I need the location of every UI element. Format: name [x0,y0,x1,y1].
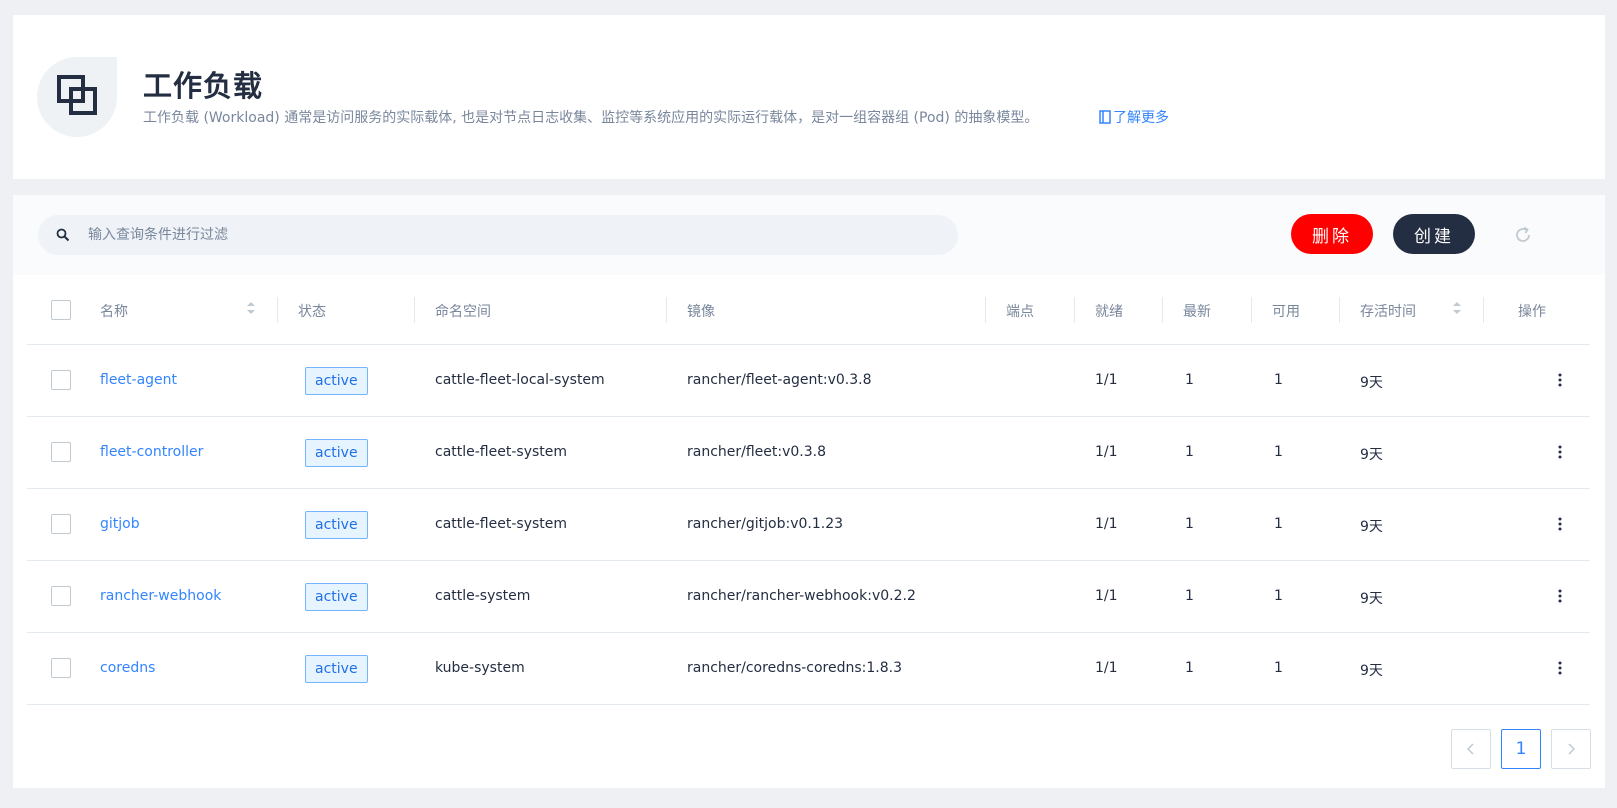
column-separator [1483,297,1484,323]
column-header-namespace: 命名空间 [435,304,491,320]
latest-cell: 1 [1185,372,1194,388]
column-separator [985,297,986,323]
prev-page-button[interactable] [1451,729,1491,769]
column-header-actions: 操作 [1518,304,1546,320]
ready-cell: 1/1 [1095,372,1118,388]
latest-cell: 1 [1185,516,1194,532]
sort-icon[interactable] [1452,299,1462,317]
table-row: fleet-controller active cattle-fleet-sys… [27,417,1590,489]
latest-cell: 1 [1185,588,1194,604]
column-header-ready: 就绪 [1095,304,1123,320]
available-cell: 1 [1274,660,1283,676]
image-cell: rancher/coredns-coredns:1.8.3 [687,660,903,676]
column-separator [1074,297,1075,323]
select-all-checkbox[interactable] [51,300,71,320]
ready-cell: 1/1 [1095,444,1118,460]
workload-name-link[interactable]: fleet-agent [100,372,177,388]
delete-button[interactable]: 删除 [1291,214,1373,254]
age-cell: 9天 [1360,375,1383,391]
column-separator [277,297,278,323]
column-separator [1251,297,1252,323]
sort-icon[interactable] [246,299,256,317]
age-cell: 9天 [1360,447,1383,463]
column-header-endpoint: 端点 [1006,304,1034,320]
namespace-cell: cattle-fleet-system [435,516,568,532]
status-badge: active [305,655,368,683]
row-checkbox[interactable] [51,586,71,606]
more-actions-icon[interactable] [1557,659,1563,677]
row-checkbox[interactable] [51,442,71,462]
chevron-right-icon [1568,743,1576,755]
page-header: 工作负载 工作负载 (Workload) 通常是访问服务的实际载体, 也是对节点… [13,15,1605,179]
chevron-left-icon [1466,743,1474,755]
search-input[interactable] [88,227,888,243]
more-actions-icon[interactable] [1557,371,1563,389]
workload-name-link[interactable]: fleet-controller [100,444,203,460]
row-checkbox[interactable] [51,370,71,390]
workload-list-panel: 删除 创建 名称 状态 命名空间 镜像 端点 就绪 最新 可用 存活时间 [13,195,1605,788]
age-cell: 9天 [1360,591,1383,607]
table-row: rancher-webhook active cattle-system ran… [27,561,1590,633]
status-badge: active [305,583,368,611]
ready-cell: 1/1 [1095,660,1118,676]
available-cell: 1 [1274,372,1283,388]
table-header: 名称 状态 命名空间 镜像 端点 就绪 最新 可用 存活时间 操作 [27,275,1590,345]
latest-cell: 1 [1185,660,1194,676]
image-cell: rancher/rancher-webhook:v0.2.2 [687,588,916,604]
available-cell: 1 [1274,588,1283,604]
status-badge: active [305,439,368,467]
refresh-icon[interactable] [1513,225,1533,249]
namespace-cell: cattle-fleet-local-system [435,372,605,388]
row-checkbox[interactable] [51,514,71,534]
more-actions-icon[interactable] [1557,587,1563,605]
more-actions-icon[interactable] [1557,515,1563,533]
latest-cell: 1 [1185,444,1194,460]
namespace-cell: cattle-system [435,588,531,604]
learn-more-label: 了解更多 [1113,110,1169,126]
document-icon [1099,110,1111,124]
table-row: fleet-agent active cattle-fleet-local-sy… [27,345,1590,417]
toolbar: 删除 创建 [13,195,1605,275]
search-icon [56,228,70,242]
page-number-button[interactable]: 1 [1501,729,1541,769]
age-cell: 9天 [1360,519,1383,535]
workload-name-link[interactable]: gitjob [100,516,140,532]
table-row: gitjob active cattle-fleet-system ranche… [27,489,1590,561]
page-description: 工作负载 (Workload) 通常是访问服务的实际载体, 也是对节点日志收集、… [143,110,1039,126]
column-header-image: 镜像 [687,304,715,320]
image-cell: rancher/fleet-agent:v0.3.8 [687,372,872,388]
available-cell: 1 [1274,444,1283,460]
next-page-button[interactable] [1551,729,1591,769]
page-title: 工作负载 [143,69,264,103]
namespace-cell: kube-system [435,660,525,676]
column-header-available: 可用 [1272,304,1300,320]
column-separator [666,297,667,323]
more-actions-icon[interactable] [1557,443,1563,461]
column-header-age[interactable]: 存活时间 [1360,301,1416,321]
column-header-name[interactable]: 名称 [100,301,128,321]
workload-name-link[interactable]: coredns [100,660,155,676]
ready-cell: 1/1 [1095,516,1118,532]
namespace-cell: cattle-fleet-system [435,444,568,460]
image-cell: rancher/fleet:v0.3.8 [687,444,827,460]
available-cell: 1 [1274,516,1283,532]
age-cell: 9天 [1360,663,1383,679]
row-checkbox[interactable] [51,658,71,678]
table-row: coredns active kube-system rancher/cored… [27,633,1590,705]
create-button[interactable]: 创建 [1393,214,1475,254]
search-bar[interactable] [38,215,958,255]
workload-icon [37,57,117,137]
column-header-latest: 最新 [1183,304,1211,320]
status-badge: active [305,367,368,395]
column-separator [414,297,415,323]
image-cell: rancher/gitjob:v0.1.23 [687,516,844,532]
column-separator [1339,297,1340,323]
learn-more-link[interactable]: 了解更多 [1099,107,1169,127]
status-badge: active [305,511,368,539]
column-separator [1162,297,1163,323]
workload-name-link[interactable]: rancher-webhook [100,588,221,604]
column-header-status: 状态 [298,304,326,320]
ready-cell: 1/1 [1095,588,1118,604]
